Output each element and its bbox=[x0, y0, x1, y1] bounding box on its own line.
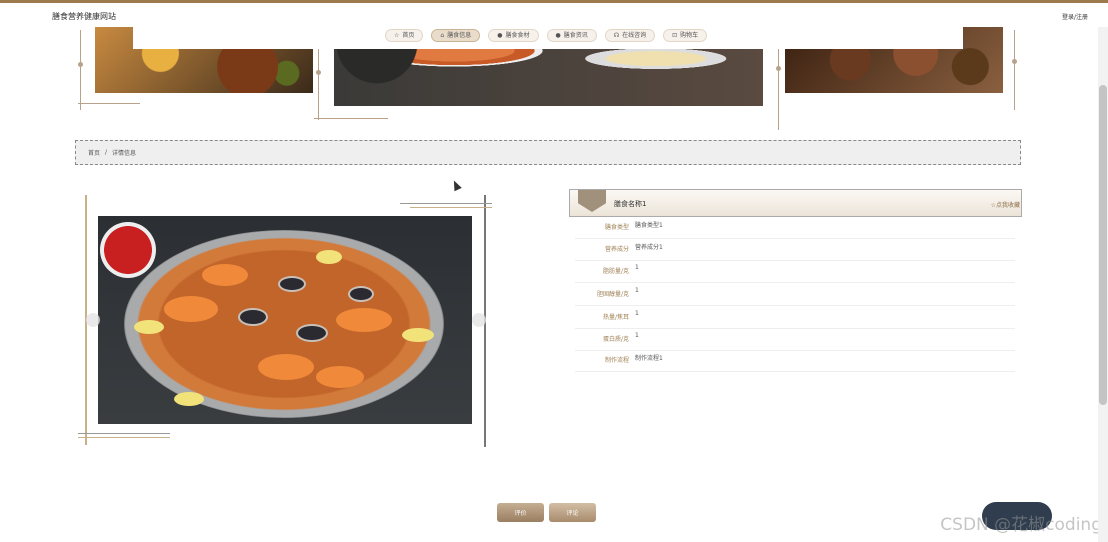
info-icon: ⌂ bbox=[440, 32, 445, 39]
diet-detail-image bbox=[98, 216, 472, 424]
banner-divider bbox=[314, 118, 388, 119]
nav-item-label: 膳食资讯 bbox=[563, 32, 588, 39]
lemon-slice bbox=[316, 250, 342, 264]
shrimp bbox=[258, 354, 314, 380]
breadcrumb-current: 详情信息 bbox=[112, 150, 137, 157]
image-frame-line bbox=[410, 207, 492, 208]
lemon-slice bbox=[134, 320, 164, 334]
shrimp bbox=[164, 296, 218, 322]
page: 膳食营养健康网站 登录/注册 ☆ 首页 ⌂ 膳食信息 ● 膳食食材 ● 膳食资讯 ☊ 在线… bbox=[0, 0, 1108, 542]
nav-item-diet-info[interactable]: ⌂ 膳食信息 bbox=[431, 29, 481, 42]
nav-item-label: 膳食信息 bbox=[447, 32, 472, 39]
detail-label: 胆固醇量/克 bbox=[596, 291, 629, 298]
banner-divider bbox=[318, 40, 319, 120]
lemon-slice bbox=[174, 392, 204, 406]
banner-dot bbox=[316, 70, 321, 75]
nav-item-ingredients[interactable]: ● 膳食食材 bbox=[488, 29, 539, 42]
breadcrumb-separator: / bbox=[105, 149, 108, 156]
news-icon: ● bbox=[555, 32, 561, 39]
nav-item-home[interactable]: ☆ 首页 bbox=[385, 29, 424, 42]
detail-label: 脂肪量/克 bbox=[602, 268, 629, 275]
nav-item-label: 在线咨询 bbox=[622, 32, 647, 39]
watermark: CSDN @花椒coding bbox=[940, 515, 1102, 535]
banner-divider bbox=[80, 30, 81, 110]
image-frame-line bbox=[78, 437, 170, 438]
image-frame-line bbox=[78, 433, 170, 434]
scrollbar-thumb[interactable] bbox=[1099, 85, 1107, 405]
banner-divider bbox=[78, 103, 140, 104]
detail-row-nutrition: 营养成分 营养成分1 bbox=[575, 239, 1015, 261]
detail-label: 制作流程 bbox=[604, 357, 629, 364]
mouse-cursor bbox=[450, 178, 462, 192]
top-bar: 膳食营养健康网站 登录/注册 bbox=[0, 3, 1108, 27]
detail-value: 营养成分1 bbox=[635, 244, 663, 251]
detail-label: 膳食类型 bbox=[604, 224, 629, 231]
detail-label: 热量/焦耳 bbox=[602, 314, 629, 321]
chat-icon: ☊ bbox=[613, 32, 620, 39]
ingredient-icon: ● bbox=[497, 32, 503, 39]
favorite-button[interactable]: ☆点我收藏 bbox=[991, 200, 1020, 209]
banner-divider bbox=[1014, 30, 1015, 110]
image-prev-button[interactable] bbox=[86, 313, 100, 327]
nav-item-label: 购物车 bbox=[680, 32, 699, 39]
site-title[interactable]: 膳食营养健康网站 bbox=[52, 11, 116, 22]
review-button[interactable]: 评价 bbox=[497, 503, 544, 522]
cart-icon: ⊡ bbox=[672, 32, 678, 39]
nav-item-label: 首页 bbox=[402, 32, 415, 39]
mussel bbox=[348, 286, 374, 302]
detail-row-process: 制作流程 制作流程1 bbox=[575, 350, 1015, 372]
detail-value: 膳食类型1 bbox=[635, 222, 663, 229]
diet-name: 膳食名称1 bbox=[614, 200, 647, 208]
mussel bbox=[296, 324, 328, 342]
detail-row-cholesterol: 胆固醇量/克 1 bbox=[575, 284, 1015, 306]
detail-value: 1 bbox=[635, 310, 639, 317]
main-nav: ☆ 首页 ⌂ 膳食信息 ● 膳食食材 ● 膳食资讯 ☊ 在线咨询 ⊡ 购物车 bbox=[385, 29, 708, 42]
breadcrumb: 首页 / 详情信息 bbox=[75, 140, 1021, 165]
detail-value: 制作流程1 bbox=[635, 355, 663, 362]
detail-label: 蛋白质/克 bbox=[602, 336, 629, 343]
mussel bbox=[238, 308, 268, 326]
shrimp bbox=[316, 366, 364, 388]
shrimp bbox=[336, 308, 392, 332]
login-register-link[interactable]: 登录/注册 bbox=[1062, 12, 1088, 21]
image-next-button[interactable] bbox=[472, 313, 486, 327]
detail-row-type: 膳食类型 膳食类型1 bbox=[575, 217, 1015, 239]
detail-row-protein: 蛋白质/克 1 bbox=[575, 329, 1015, 351]
detail-label: 营养成分 bbox=[604, 246, 629, 253]
comment-button[interactable]: 评论 bbox=[549, 503, 596, 522]
sauce-bowl bbox=[100, 222, 156, 278]
detail-row-fat: 脂肪量/克 1 bbox=[575, 261, 1015, 283]
home-icon: ☆ bbox=[394, 32, 400, 39]
nav-item-cart[interactable]: ⊡ 购物车 bbox=[663, 29, 708, 42]
nav-item-consult[interactable]: ☊ 在线咨询 bbox=[604, 29, 656, 42]
detail-value: 1 bbox=[635, 287, 639, 294]
banner-dot bbox=[78, 62, 83, 67]
banner-dot bbox=[1012, 59, 1017, 64]
detail-row-calories: 热量/焦耳 1 bbox=[575, 307, 1015, 329]
detail-value: 1 bbox=[635, 264, 639, 271]
paella-pan bbox=[124, 230, 444, 418]
banner-dot bbox=[776, 66, 781, 71]
lemon-slice bbox=[402, 328, 434, 342]
nav-item-news[interactable]: ● 膳食资讯 bbox=[546, 29, 597, 42]
mussel bbox=[278, 276, 306, 292]
image-frame-line bbox=[400, 203, 492, 204]
breadcrumb-home[interactable]: 首页 bbox=[88, 148, 100, 157]
nav-item-label: 膳食食材 bbox=[505, 32, 530, 39]
shrimp bbox=[202, 264, 248, 286]
detail-value: 1 bbox=[635, 332, 639, 339]
